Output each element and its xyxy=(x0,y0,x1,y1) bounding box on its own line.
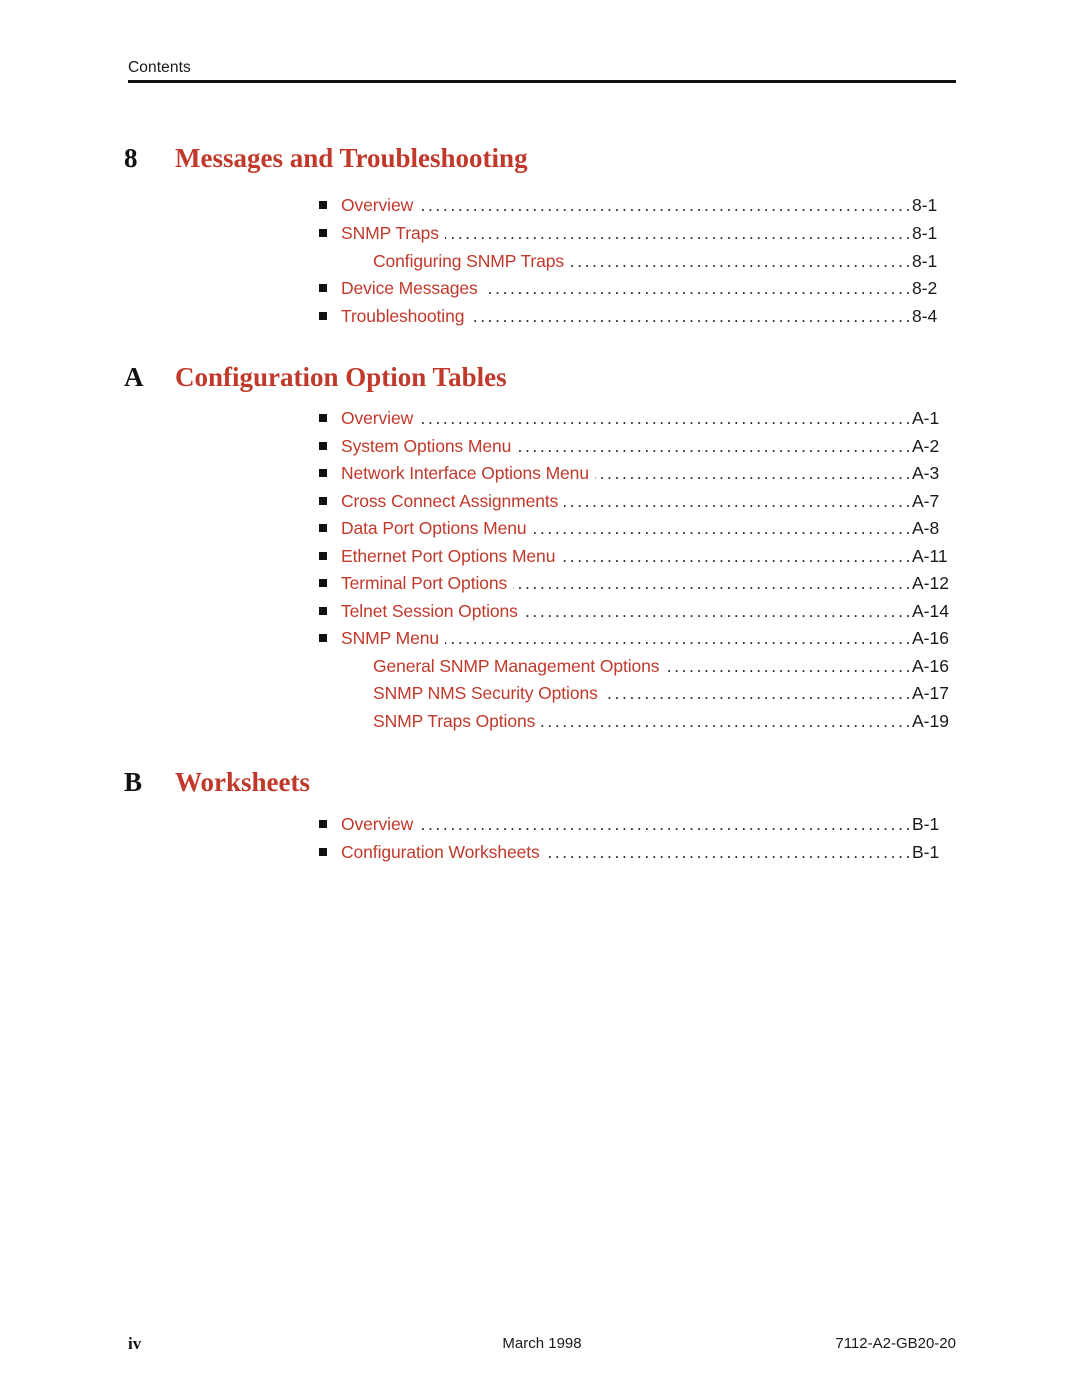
toc-entry[interactable]: ........................................… xyxy=(0,812,1080,839)
toc-entry-label[interactable]: Overview xyxy=(341,193,413,217)
footer-date: March 1998 xyxy=(502,1335,582,1352)
square-bullet-icon xyxy=(319,312,327,320)
toc-entry-label[interactable]: Telnet Session Options xyxy=(341,599,518,623)
toc-entry-label[interactable]: SNMP Menu xyxy=(341,626,439,650)
toc-entry[interactable]: ........................................… xyxy=(0,516,1080,543)
chapter-heading: B Worksheets xyxy=(0,765,1080,799)
square-bullet-icon xyxy=(319,284,327,292)
toc-entry-page-number: A-19 xyxy=(912,711,949,731)
square-bullet-icon xyxy=(319,552,327,560)
page-footer: iv March 1998 7112-A2-GB20-20 xyxy=(128,1333,956,1355)
toc-entry-page-number: A-2 xyxy=(912,436,940,456)
toc-page: Contents 8 Messages and Troubleshooting..… xyxy=(0,0,1080,1397)
toc-entry[interactable]: ........................................… xyxy=(0,304,1080,331)
chapter-title[interactable]: Configuration Option Tables xyxy=(175,360,507,394)
toc-entry[interactable]: ........................................… xyxy=(0,626,1080,653)
square-bullet-icon xyxy=(319,201,327,209)
toc-entry[interactable]: ........................................… xyxy=(0,276,1080,303)
toc-entry-page-number: B-1 xyxy=(912,814,940,834)
chapter-number: 8 xyxy=(124,143,138,173)
footer-document-number: 7112-A2-GB20-20 xyxy=(835,1335,956,1352)
header-rule xyxy=(128,80,956,83)
toc-entry-page-number: A-12 xyxy=(912,573,949,593)
square-bullet-icon xyxy=(319,607,327,615)
toc-entry-page-number: A-11 xyxy=(912,546,948,566)
toc-entry-label[interactable]: Overview xyxy=(341,812,413,836)
toc-entry-label[interactable]: Network Interface Options Menu xyxy=(341,461,589,485)
toc-entry-page-number: A-16 xyxy=(912,628,949,648)
toc-entry[interactable]: ........................................… xyxy=(0,654,1080,681)
chapter-heading: 8 Messages and Troubleshooting xyxy=(0,141,1080,175)
chapter-heading: A Configuration Option Tables xyxy=(0,360,1080,394)
running-header-label: Contents xyxy=(128,59,191,76)
square-bullet-icon xyxy=(319,579,327,587)
toc-entry[interactable]: ........................................… xyxy=(0,709,1080,736)
square-bullet-icon xyxy=(319,524,327,532)
toc-entry-label[interactable]: Overview xyxy=(341,406,413,430)
toc-entry[interactable]: ........................................… xyxy=(0,434,1080,461)
toc-entry-label[interactable]: Ethernet Port Options Menu xyxy=(341,544,555,568)
toc-entry-page-number: 8-2 xyxy=(912,278,938,298)
chapter-number: A xyxy=(124,362,144,392)
toc-entry-page-number: A-8 xyxy=(912,518,940,538)
toc-entry-page-number: A-14 xyxy=(912,601,949,621)
toc-entry-label[interactable]: SNMP Traps xyxy=(341,221,439,245)
square-bullet-icon xyxy=(319,848,327,856)
chapter-title[interactable]: Messages and Troubleshooting xyxy=(175,141,528,175)
toc-entry-page-number: A-7 xyxy=(912,491,940,511)
toc-entry[interactable]: ........................................… xyxy=(0,571,1080,598)
chapter-number: B xyxy=(124,767,143,797)
toc-entry-label[interactable]: SNMP Traps Options xyxy=(373,709,535,733)
toc-entry[interactable]: ........................................… xyxy=(0,599,1080,626)
chapter-title[interactable]: Worksheets xyxy=(175,765,310,799)
toc-entry-label[interactable]: System Options Menu xyxy=(341,434,511,458)
toc-entry-label[interactable]: Device Messages xyxy=(341,276,478,300)
toc-entry-label[interactable]: Troubleshooting xyxy=(341,304,464,328)
toc-entry-page-number: A-17 xyxy=(912,683,949,703)
square-bullet-icon xyxy=(319,497,327,505)
toc-entry-page-number: A-1 xyxy=(912,408,940,428)
toc-leader-dots: ........................................… xyxy=(341,408,913,428)
toc-entry-label[interactable]: Configuration Worksheets xyxy=(341,840,540,864)
toc-entry-page-number: B-1 xyxy=(912,842,940,862)
toc-entry[interactable]: ........................................… xyxy=(0,544,1080,571)
toc-entry[interactable]: ........................................… xyxy=(0,461,1080,488)
toc-entry[interactable]: ........................................… xyxy=(0,193,1080,220)
toc-entry-page-number: A-3 xyxy=(912,463,940,483)
toc-entry-page-number: 8-1 xyxy=(912,195,938,215)
toc-entry-page-number: A-16 xyxy=(912,656,949,676)
toc-entry-label[interactable]: SNMP NMS Security Options xyxy=(373,681,598,705)
square-bullet-icon xyxy=(319,229,327,237)
toc-entry[interactable]: ........................................… xyxy=(0,221,1080,248)
toc-leader-dots: ........................................… xyxy=(341,814,913,834)
toc-entry[interactable]: ........................................… xyxy=(0,249,1080,276)
toc-entry-page-number: 8-1 xyxy=(912,223,938,243)
toc-leader-dots: ........................................… xyxy=(341,195,913,215)
square-bullet-icon xyxy=(319,469,327,477)
toc-entry-label[interactable]: Cross Connect Assignments xyxy=(341,489,558,513)
toc-entry-label[interactable]: Data Port Options Menu xyxy=(341,516,527,540)
square-bullet-icon xyxy=(319,634,327,642)
running-header: Contents xyxy=(128,58,956,83)
square-bullet-icon xyxy=(319,414,327,422)
square-bullet-icon xyxy=(319,442,327,450)
square-bullet-icon xyxy=(319,820,327,828)
toc-entry-label[interactable]: Configuring SNMP Traps xyxy=(373,249,564,273)
toc-entry-label[interactable]: General SNMP Management Options xyxy=(373,654,660,678)
toc-entry[interactable]: ........................................… xyxy=(0,681,1080,708)
toc-entry-label[interactable]: Terminal Port Options xyxy=(341,571,507,595)
toc-entry[interactable]: ........................................… xyxy=(0,840,1080,867)
toc-entry-page-number: 8-4 xyxy=(912,306,938,326)
toc-entry[interactable]: ........................................… xyxy=(0,489,1080,516)
toc-entry[interactable]: ........................................… xyxy=(0,406,1080,433)
toc-entry-page-number: 8-1 xyxy=(912,251,938,271)
